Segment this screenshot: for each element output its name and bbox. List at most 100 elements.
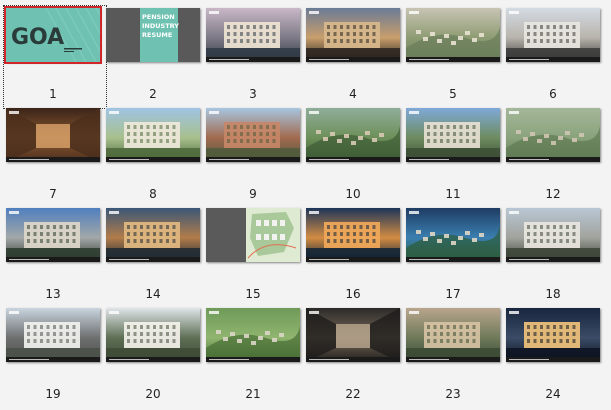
slide-thumbnail-6[interactable]: 6 (506, 8, 606, 108)
slide-thumbnail-2[interactable]: PENSION INDUSTRY RESUME 2 (106, 8, 206, 108)
slide-caption-bar (306, 257, 400, 262)
slide-thumbnail-12[interactable]: 12 (506, 108, 606, 208)
slide-preview-image (406, 8, 500, 62)
slide-caption-bar (306, 57, 400, 62)
slide-logo-tag (309, 111, 319, 114)
slide-caption-bar (206, 357, 300, 362)
slide-caption-bar (106, 157, 200, 162)
slide-caption-bar (506, 57, 600, 62)
slide-logo-tag (309, 311, 319, 314)
slide-number: 20 (145, 387, 161, 401)
slide-logo-tag (509, 211, 519, 214)
slide-preview[interactable] (406, 308, 500, 362)
slide-preview[interactable] (406, 108, 500, 162)
slide-logo-tag (109, 311, 119, 314)
slide-preview[interactable] (106, 208, 200, 262)
slide-caption-bar (406, 57, 500, 62)
slide-caption-bar (306, 357, 400, 362)
slide-number: 12 (545, 187, 561, 201)
slide-logo-tag (509, 111, 519, 114)
slide-thumbnail-19[interactable]: 19 (6, 308, 106, 408)
slide-caption-bar (6, 257, 100, 262)
slide-thumbnail-15[interactable]: 15 (206, 208, 306, 308)
slide-number: 1 (49, 87, 57, 101)
slide-logo-tag (209, 111, 219, 114)
slide-thumbnail-7[interactable]: 7 (6, 108, 106, 208)
slide-preview-image (106, 308, 200, 362)
slide-caption-bar (6, 157, 100, 162)
slide-caption-bar (6, 357, 100, 362)
slide-caption-bar (506, 257, 600, 262)
slide-number: 24 (545, 387, 561, 401)
slide-preview[interactable] (506, 308, 600, 362)
slide-thumbnail-21[interactable]: 21 (206, 308, 306, 408)
slide-number: 2 (149, 87, 157, 101)
slide-preview[interactable]: PENSION INDUSTRY RESUME (106, 8, 200, 62)
slide-preview[interactable] (306, 108, 400, 162)
slide-preview[interactable] (206, 208, 300, 262)
slide-preview-image: GOA (6, 8, 100, 62)
slide-preview[interactable] (206, 8, 300, 62)
slide-preview-image (6, 208, 100, 262)
slide-caption-bar (306, 157, 400, 162)
slide-preview[interactable] (506, 108, 600, 162)
slide-preview[interactable] (206, 308, 300, 362)
slide-logo-tag (309, 211, 319, 214)
slide-preview-image (306, 208, 400, 262)
slide-thumbnail-1[interactable]: GOA 1 (3, 5, 107, 109)
slide-preview[interactable] (6, 308, 100, 362)
slide-number: 13 (45, 287, 61, 301)
slide-thumbnail-14[interactable]: 14 (106, 208, 206, 308)
slide-preview[interactable] (306, 208, 400, 262)
slide-thumbnail-5[interactable]: 5 (406, 8, 506, 108)
slide-thumbnail-22[interactable]: 22 (306, 308, 406, 408)
slide-thumbnail-3[interactable]: 3 (206, 8, 306, 108)
slide-thumbnail-8[interactable]: 8 (106, 108, 206, 208)
slide-preview-image (306, 108, 400, 162)
slide-number: 7 (49, 187, 57, 201)
slide-logo-tag (409, 111, 419, 114)
slide-preview[interactable] (406, 208, 500, 262)
slide-preview[interactable] (506, 208, 600, 262)
slide-preview[interactable] (106, 108, 200, 162)
slide-preview[interactable] (6, 208, 100, 262)
slide-preview[interactable] (306, 8, 400, 62)
slide-number: 9 (249, 187, 257, 201)
slide-thumbnail-23[interactable]: 23 (406, 308, 506, 408)
slide-preview[interactable] (206, 108, 300, 162)
slide-preview[interactable] (406, 8, 500, 62)
slide-preview[interactable] (506, 8, 600, 62)
slide-logo-tag (409, 11, 419, 14)
slide-thumbnail-9[interactable]: 9 (206, 108, 306, 208)
slide-caption-bar (106, 257, 200, 262)
slide-preview-image (406, 308, 500, 362)
slide-thumbnail-4[interactable]: 4 (306, 8, 406, 108)
slide-preview[interactable] (106, 308, 200, 362)
slide-preview[interactable]: GOA (4, 6, 102, 64)
slide-preview-image (206, 208, 300, 262)
slide-logo-tag (409, 311, 419, 314)
slide-thumbnail-11[interactable]: 11 (406, 108, 506, 208)
slide-thumbnail-13[interactable]: 13 (6, 208, 106, 308)
slide-number: 11 (445, 187, 461, 201)
slide-thumbnail-16[interactable]: 16 (306, 208, 406, 308)
slide-thumbnail-24[interactable]: 24 (506, 308, 606, 408)
slide-thumbnail-20[interactable]: 20 (106, 308, 206, 408)
slide-preview-image (306, 308, 400, 362)
slide-number: 22 (345, 387, 361, 401)
slide-preview-image (206, 8, 300, 62)
slide-thumbnail-10[interactable]: 10 (306, 108, 406, 208)
slide-logo-tag (109, 211, 119, 214)
slide-number: 18 (545, 287, 561, 301)
slide-number: 5 (449, 87, 457, 101)
slide-preview[interactable] (306, 308, 400, 362)
slide-title-text: GOA (11, 25, 64, 50)
slide-number: 17 (445, 287, 461, 301)
slide-thumbnail-17[interactable]: 17 (406, 208, 506, 308)
slide-number: 21 (245, 387, 261, 401)
slide-preview[interactable] (6, 108, 100, 162)
slide-number: 14 (145, 287, 161, 301)
slide-logo-tag (9, 311, 19, 314)
slide-preview-image (406, 108, 500, 162)
slide-thumbnail-18[interactable]: 18 (506, 208, 606, 308)
